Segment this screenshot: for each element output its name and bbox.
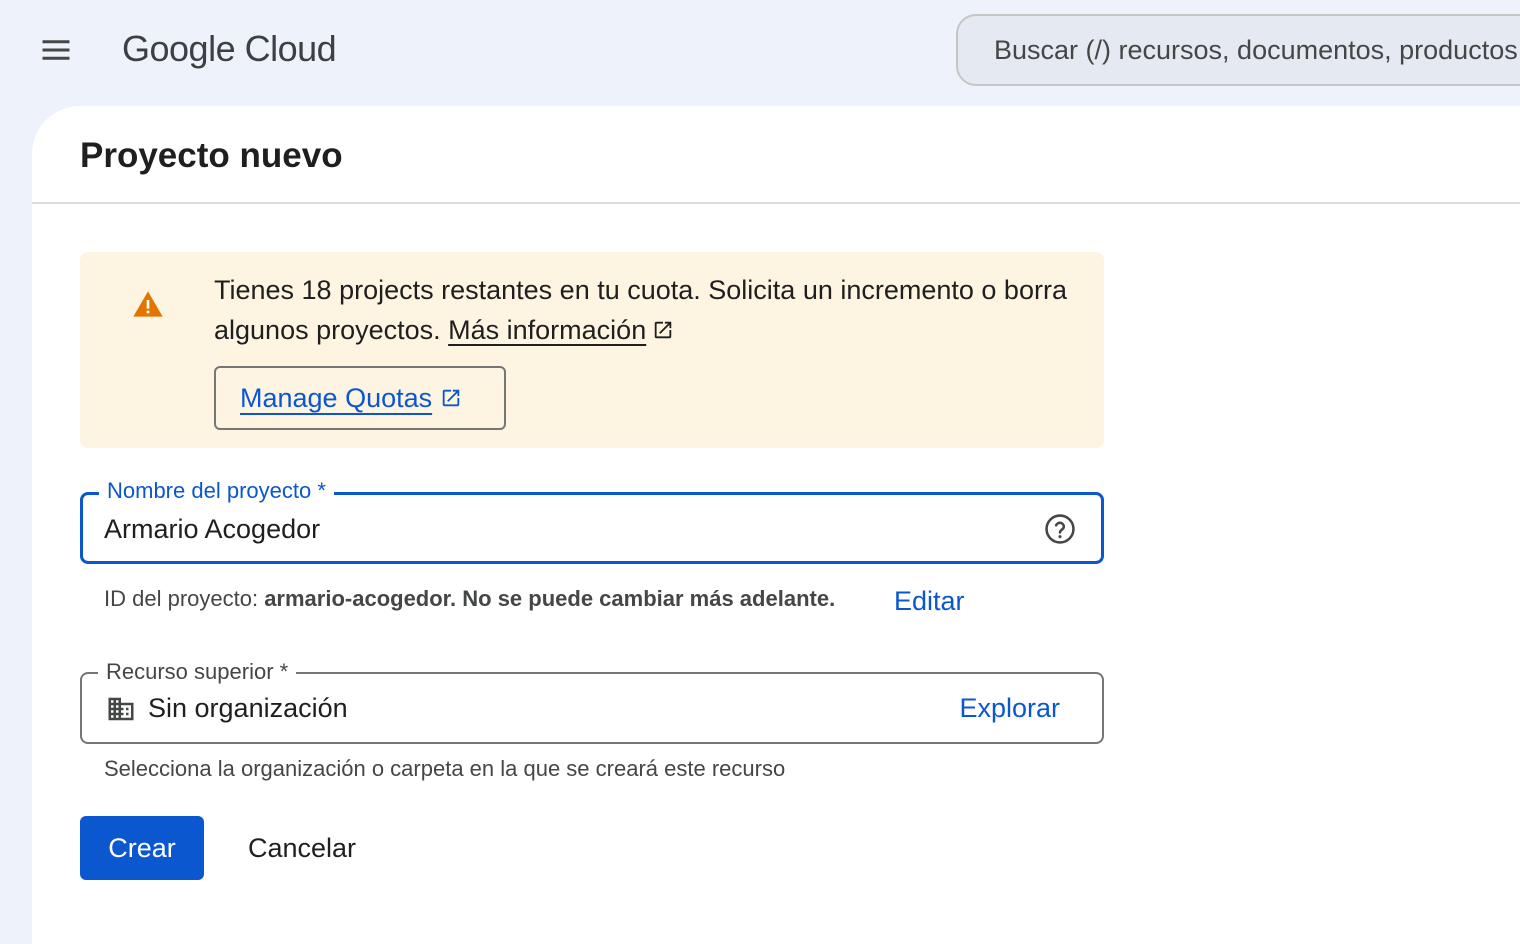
project-id-prefix: ID del proyecto: xyxy=(104,586,265,611)
organization-building-icon xyxy=(108,697,134,721)
quota-warning-text: Tienes 18 projects restantes en tu cuota… xyxy=(214,270,1074,350)
search-input[interactable] xyxy=(994,34,1520,66)
new-project-card: Proyecto nuevo Tienes 18 projects restan… xyxy=(32,106,1520,944)
project-id-value: armario-acogedor. xyxy=(264,586,457,611)
external-link-icon xyxy=(654,321,672,339)
manage-quotas-label: Manage Quotas xyxy=(240,382,433,413)
page-title: Proyecto nuevo xyxy=(80,136,343,175)
parent-resource-value: Sin organización xyxy=(148,693,348,723)
project-id-note: No se puede cambiar más adelante. xyxy=(456,586,836,611)
create-button[interactable]: Crear xyxy=(80,816,204,880)
parent-resource-label: Recurso superior * xyxy=(98,657,297,687)
more-info-link[interactable]: Más información xyxy=(448,315,646,345)
hamburger-menu-icon xyxy=(42,40,70,60)
edit-project-id-link[interactable]: Editar xyxy=(894,584,965,618)
top-bar: Google Cloud xyxy=(0,0,1520,104)
manage-quotas-button[interactable]: Manage Quotas xyxy=(214,366,506,430)
external-link-icon xyxy=(442,389,460,407)
project-id-hint: ID del proyecto: armario-acogedor. No se… xyxy=(104,584,835,614)
warning-icon xyxy=(133,291,163,317)
project-name-field[interactable]: Nombre del proyecto * xyxy=(80,476,1104,564)
title-divider xyxy=(32,202,1520,204)
parent-resource-hint: Selecciona la organización o carpeta en … xyxy=(104,756,786,781)
project-name-input[interactable] xyxy=(104,507,1004,551)
browse-parent-button[interactable]: Explorar xyxy=(959,690,1060,726)
help-circle-icon[interactable] xyxy=(1043,512,1077,546)
project-name-label: Nombre del proyecto * xyxy=(99,476,334,506)
quota-warning-banner: Tienes 18 projects restantes en tu cuota… xyxy=(80,252,1104,448)
cancel-button[interactable]: Cancelar xyxy=(222,816,382,880)
search-bar[interactable] xyxy=(956,14,1520,86)
main-menu-button[interactable] xyxy=(22,20,90,80)
google-cloud-logo[interactable]: Google Cloud xyxy=(122,26,337,72)
parent-resource-field[interactable]: Recurso superior * Sin organización Expl… xyxy=(80,657,1104,744)
more-info-link-label: Más información xyxy=(448,315,647,345)
